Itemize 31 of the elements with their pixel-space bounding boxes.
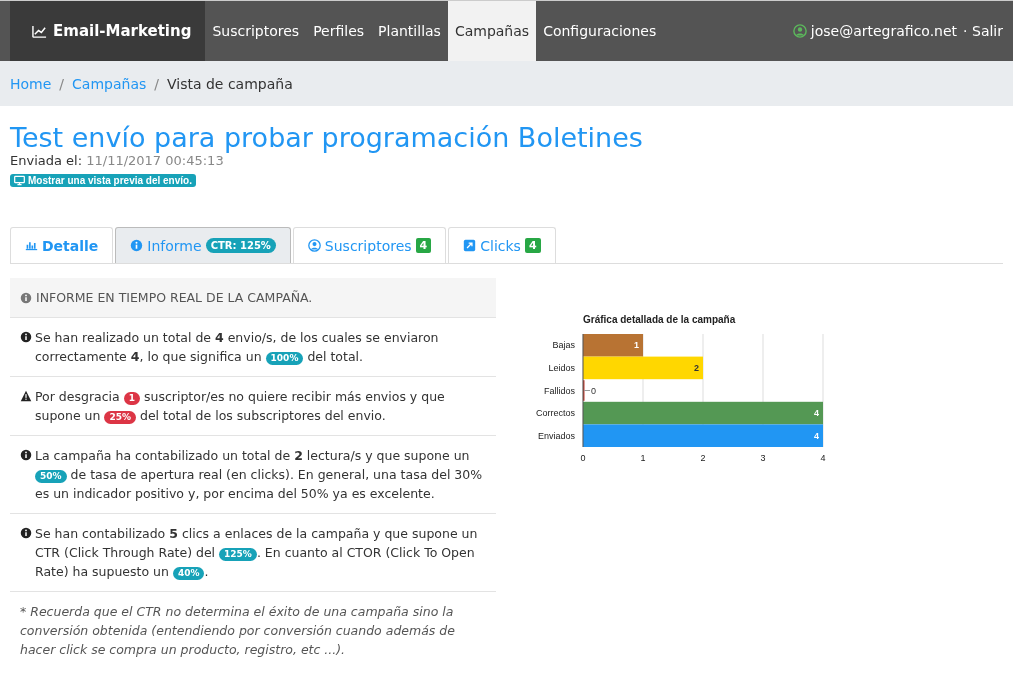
axis-tick-label: 1 bbox=[640, 453, 646, 463]
data-label: 0 bbox=[591, 385, 596, 396]
data-label: 1 bbox=[634, 340, 639, 351]
axis-tick-label: 2 bbox=[700, 453, 706, 463]
report-header-text: INFORME EN TIEMPO REAL DE LA CAMPAÑA. bbox=[36, 290, 313, 305]
footnote-text: * Recuerda que el CTR no determina el éxito de una campaña sino la conversión obtenida (entendiendo por conversión cuando además de hacer click se compra un producto, registro, etc ...). bbox=[19, 603, 456, 659]
breadcrumb-separator: / bbox=[154, 75, 159, 92]
axis-tick-label: 3 bbox=[760, 453, 766, 463]
data-label: 4 bbox=[814, 408, 819, 419]
count-badge: 4 bbox=[415, 238, 432, 253]
count-badge: 4 bbox=[524, 238, 541, 253]
ctr-badge: CTR: 125% bbox=[205, 238, 276, 253]
sent-date: 11/11/2017 00:45:13 bbox=[86, 153, 224, 168]
category-label: Correctos bbox=[536, 408, 575, 419]
category-label: Bajas bbox=[552, 340, 575, 351]
page-title: Test envío para probar programación Boletines bbox=[10, 122, 644, 153]
category-label: Enviados bbox=[537, 430, 575, 441]
data-label: 4 bbox=[814, 430, 819, 441]
category-label: Leidos bbox=[548, 362, 575, 373]
breadcrumb-separator: / bbox=[59, 75, 65, 92]
category-label: Fallidos bbox=[544, 385, 575, 396]
axis-tick-label: 4 bbox=[820, 453, 826, 463]
data-label: 2 bbox=[694, 362, 699, 373]
chart-title: Gráfica detallada de la campaña bbox=[583, 314, 736, 325]
report-paragraph: Se han realizado un total de 4 envio/s, de los cuales se enviaron correctamente 4, lo que significa un 100% del total. bbox=[35, 329, 440, 366]
breadcrumb-current: Vista de campaña bbox=[167, 75, 293, 92]
sent-label: Enviada el: bbox=[10, 153, 84, 168]
report-paragraph: Por desgracia 1 suscriptor/es no quiere recibir más envios y que supone un 25% del total de los subscriptores del envio. bbox=[35, 388, 446, 425]
report-paragraph: Se han contabilizado 5 clics a enlaces de la campaña y que supone un CTR (Click Through Rate) del 125% . En cuanto al CTOR (Click To Open Rate) ha supuesto un 40% . bbox=[35, 525, 479, 581]
report-paragraph: La campaña ha contabilizado un total de 2 lectura/s y que supone un 50% de tasa de apertura real (en clicks). En general, una tasa del 30% es un indicador positivo y, por encima del 50% ya es excelente. bbox=[35, 447, 484, 503]
axis-tick-label: 0 bbox=[580, 453, 586, 463]
